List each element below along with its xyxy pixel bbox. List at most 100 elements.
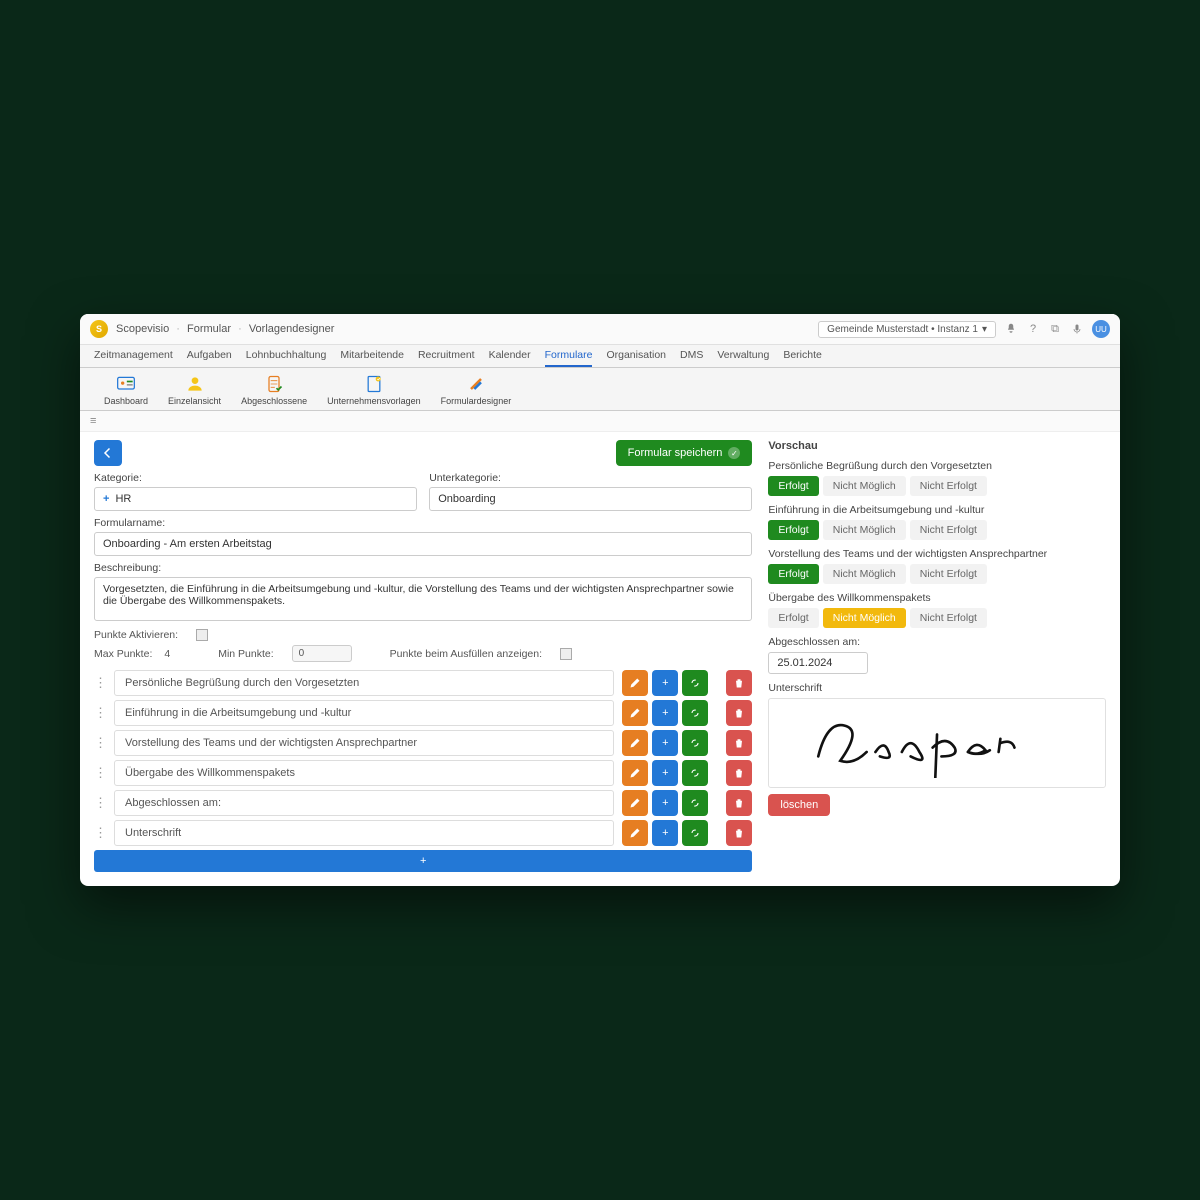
edit-button[interactable] bbox=[622, 700, 648, 726]
edit-button[interactable] bbox=[622, 820, 648, 846]
form-item: ⋮ Abgeschlossen am: + bbox=[94, 790, 752, 816]
nav-aufgaben[interactable]: Aufgaben bbox=[187, 349, 232, 367]
item-label[interactable]: Vorstellung des Teams und der wichtigste… bbox=[114, 730, 614, 756]
content-area: Formular speichern ✓ Kategorie: + HR Unt… bbox=[80, 432, 1120, 886]
description-textarea[interactable]: Vorgesetzten, die Einführung in die Arbe… bbox=[94, 577, 752, 621]
item-label[interactable]: Übergabe des Willkommenspakets bbox=[114, 760, 614, 786]
add-sub-button[interactable]: + bbox=[652, 760, 678, 786]
subcategory-input[interactable]: Onboarding bbox=[429, 487, 752, 511]
nav-kalender[interactable]: Kalender bbox=[489, 349, 531, 367]
points-activate-checkbox[interactable] bbox=[196, 629, 208, 641]
link-icon[interactable]: ⧉ bbox=[1048, 322, 1062, 336]
delete-button[interactable] bbox=[726, 760, 752, 786]
nav-lohnbuchhaltung[interactable]: Lohnbuchhaltung bbox=[246, 349, 327, 367]
ribbon-abgeschlossene[interactable]: Abgeschlossene bbox=[231, 372, 317, 408]
drag-handle-icon[interactable]: ⋮ bbox=[94, 765, 106, 781]
signature-canvas[interactable] bbox=[768, 698, 1106, 788]
signature-delete-button[interactable]: löschen bbox=[768, 794, 830, 816]
formname-label: Formularname: bbox=[94, 517, 752, 529]
formname-input[interactable]: Onboarding - Am ersten Arbeitstag bbox=[94, 532, 752, 556]
nav-formulare[interactable]: Formulare bbox=[545, 349, 593, 367]
delete-button[interactable] bbox=[726, 730, 752, 756]
chevron-down-icon: ▾ bbox=[982, 324, 987, 335]
ribbon-unternehmensvorlagen[interactable]: Unternehmensvorlagen bbox=[317, 372, 431, 408]
ribbon-einzelansicht[interactable]: Einzelansicht bbox=[158, 372, 231, 408]
min-points-input[interactable]: 0 bbox=[292, 645, 352, 662]
delete-button[interactable] bbox=[726, 790, 752, 816]
ribbon: Dashboard Einzelansicht Abgeschlossene U… bbox=[80, 368, 1120, 411]
app-logo: S bbox=[90, 320, 108, 338]
drag-handle-icon[interactable]: ⋮ bbox=[94, 825, 106, 841]
edit-button[interactable] bbox=[622, 760, 648, 786]
preview-q3-label: Vorstellung des Teams und der wichtigste… bbox=[768, 548, 1106, 560]
ribbon-dashboard[interactable]: Dashboard bbox=[94, 372, 158, 408]
preview-heading: Vorschau bbox=[768, 440, 1106, 452]
instance-selector[interactable]: Gemeinde Musterstadt • Instanz 1 ▾ bbox=[818, 321, 996, 338]
edit-button[interactable] bbox=[622, 670, 648, 696]
show-points-checkbox[interactable] bbox=[560, 648, 572, 660]
delete-button[interactable] bbox=[726, 700, 752, 726]
opt-nicht-erfolgt[interactable]: Nicht Erfolgt bbox=[910, 608, 987, 628]
copy-button[interactable] bbox=[682, 760, 708, 786]
opt-nicht-moeglich[interactable]: Nicht Möglich bbox=[823, 608, 906, 628]
category-input[interactable]: + HR bbox=[94, 487, 417, 511]
item-label[interactable]: Persönliche Begrüßung durch den Vorgeset… bbox=[114, 670, 614, 696]
drag-handle-icon[interactable]: ⋮ bbox=[94, 735, 106, 751]
max-points-label: Max Punkte: bbox=[94, 648, 152, 660]
opt-erfolgt[interactable]: Erfolgt bbox=[768, 564, 818, 584]
copy-button[interactable] bbox=[682, 670, 708, 696]
copy-button[interactable] bbox=[682, 790, 708, 816]
edit-button[interactable] bbox=[622, 730, 648, 756]
add-sub-button[interactable]: + bbox=[652, 670, 678, 696]
drag-handle-icon[interactable]: ⋮ bbox=[94, 675, 106, 691]
item-label[interactable]: Unterschrift bbox=[114, 820, 614, 846]
category-label: Kategorie: bbox=[94, 472, 417, 484]
drag-handle-icon[interactable]: ⋮ bbox=[94, 705, 106, 721]
opt-nicht-moeglich[interactable]: Nicht Möglich bbox=[823, 564, 906, 584]
preview-q4-label: Übergabe des Willkommenspakets bbox=[768, 592, 1106, 604]
copy-button[interactable] bbox=[682, 730, 708, 756]
nav-dms[interactable]: DMS bbox=[680, 349, 703, 367]
add-sub-button[interactable]: + bbox=[652, 820, 678, 846]
nav-mitarbeitende[interactable]: Mitarbeitende bbox=[340, 349, 404, 367]
subcategory-label: Unterkategorie: bbox=[429, 472, 752, 484]
delete-button[interactable] bbox=[726, 820, 752, 846]
add-sub-button[interactable]: + bbox=[652, 790, 678, 816]
nav-organisation[interactable]: Organisation bbox=[606, 349, 666, 367]
points-activate-label: Punkte Aktivieren: bbox=[94, 629, 178, 641]
nav-verwaltung[interactable]: Verwaltung bbox=[717, 349, 769, 367]
opt-nicht-moeglich[interactable]: Nicht Möglich bbox=[823, 520, 906, 540]
copy-button[interactable] bbox=[682, 700, 708, 726]
help-icon[interactable]: ? bbox=[1026, 322, 1040, 336]
opt-erfolgt[interactable]: Erfolgt bbox=[768, 520, 818, 540]
opt-nicht-erfolgt[interactable]: Nicht Erfolgt bbox=[910, 564, 987, 584]
copy-button[interactable] bbox=[682, 820, 708, 846]
add-item-button[interactable]: + bbox=[94, 850, 752, 872]
hamburger-icon[interactable]: ≡ bbox=[80, 411, 1120, 432]
opt-nicht-erfolgt[interactable]: Nicht Erfolgt bbox=[910, 520, 987, 540]
item-label[interactable]: Abgeschlossen am: bbox=[114, 790, 614, 816]
nav-berichte[interactable]: Berichte bbox=[783, 349, 822, 367]
titlebar: S Scopevisio · Formular · Vorlagendesign… bbox=[80, 314, 1120, 345]
drag-handle-icon[interactable]: ⋮ bbox=[94, 795, 106, 811]
preview-date-input[interactable]: 25.01.2024 bbox=[768, 652, 868, 674]
plus-icon: + bbox=[103, 493, 109, 505]
opt-erfolgt[interactable]: Erfolgt bbox=[768, 476, 818, 496]
ribbon-formulardesigner[interactable]: Formulardesigner bbox=[431, 372, 522, 408]
add-sub-button[interactable]: + bbox=[652, 730, 678, 756]
save-button[interactable]: Formular speichern ✓ bbox=[616, 440, 753, 466]
mic-icon[interactable] bbox=[1070, 322, 1084, 336]
opt-erfolgt[interactable]: Erfolgt bbox=[768, 608, 818, 628]
preview-date-label: Abgeschlossen am: bbox=[768, 636, 1106, 648]
nav-zeitmanagement[interactable]: Zeitmanagement bbox=[94, 349, 173, 367]
item-label[interactable]: Einführung in die Arbeitsumgebung und -k… bbox=[114, 700, 614, 726]
nav-recruitment[interactable]: Recruitment bbox=[418, 349, 475, 367]
bell-icon[interactable] bbox=[1004, 322, 1018, 336]
opt-nicht-erfolgt[interactable]: Nicht Erfolgt bbox=[910, 476, 987, 496]
add-sub-button[interactable]: + bbox=[652, 700, 678, 726]
back-button[interactable] bbox=[94, 440, 122, 466]
user-avatar[interactable]: UU bbox=[1092, 320, 1110, 338]
delete-button[interactable] bbox=[726, 670, 752, 696]
opt-nicht-moeglich[interactable]: Nicht Möglich bbox=[823, 476, 906, 496]
edit-button[interactable] bbox=[622, 790, 648, 816]
